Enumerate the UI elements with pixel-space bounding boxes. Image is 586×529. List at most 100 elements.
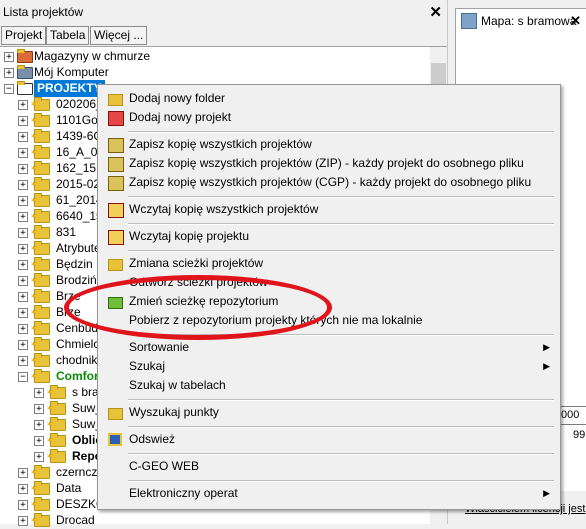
menu-item-save-cgp[interactable]: Zapisz kopię wszystkich projektów (CGP) … [100,173,558,192]
expand-icon[interactable]: + [18,276,28,286]
expand-icon[interactable]: + [4,68,14,78]
project-folder-icon: ✶ [46,417,66,431]
sparkle-icon: ✶ [30,163,38,173]
save-zip-icon [108,157,124,172]
menu-item-label: Wyszukaj punkty [129,405,219,419]
menu-item-save-zip[interactable]: Zapisz kopię wszystkich projektów (ZIP) … [100,154,558,173]
submenu-arrow-icon: ▶ [543,342,550,352]
folder-icon [108,408,123,420]
expand-icon[interactable]: + [18,100,28,110]
menu-item-change-repository[interactable]: Zmień scieżkę repozytorium [100,292,558,311]
menu-item-label: Odtwórz ścieżki projektów [129,275,268,289]
folder-icon [108,94,123,106]
menu-item-label: Wczytaj kopię projektu [129,229,250,243]
menu-separator [128,131,554,133]
expand-icon[interactable]: + [18,516,28,526]
menu-item-restore-paths[interactable]: Odtwórz ścieżki projektów [100,273,558,292]
tree-item[interactable]: + ✶ Drocad [0,512,430,529]
menu-item-label: Zmiana scieżki projektów [129,256,264,270]
map-tab-title: Mapa: s bramowa [481,14,577,28]
expand-icon[interactable]: + [18,244,28,254]
tree-item-label: PROJEKTY [34,80,105,97]
submenu-arrow-icon: ▶ [543,488,550,498]
expand-icon[interactable]: + [18,164,28,174]
sparkle-icon: ✶ [30,355,38,365]
panel-title-bar: Lista projektów ✕ [0,0,447,24]
menu-item-label: Dodaj nowy folder [129,91,226,105]
close-icon[interactable]: ✕ [570,13,581,29]
expand-icon[interactable]: + [18,308,28,318]
expand-icon[interactable]: + [18,148,28,158]
submenu-arrow-icon: ▶ [543,361,550,371]
menu-item-refresh[interactable]: Odswież [100,430,558,449]
project-folder-icon: ✶ [30,321,50,335]
expand-icon[interactable]: + [4,52,14,62]
menu-item-label: Zapisz kopię wszystkich projektów (ZIP) … [129,156,524,170]
sparkle-icon: ✶ [30,227,38,237]
collapse-icon[interactable]: − [18,372,28,382]
tree-item-moj-komputer[interactable]: + Mój Komputer [0,64,430,81]
menu-item-load-project[interactable]: Wczytaj kopię projektu [100,227,558,246]
menu-item-change-path[interactable]: Zmiana scieżki projektów [100,254,558,273]
expand-icon[interactable]: + [18,484,28,494]
project-folder-icon: ✶ [30,305,50,319]
expand-icon[interactable]: + [34,420,44,430]
menu-item-save-all[interactable]: Zapisz kopię wszystkich projektów [100,135,558,154]
menu-item-load-all[interactable]: Wczytaj kopię wszystkich projektów [100,200,558,219]
tree-item-label: Mój Komputer [34,65,109,79]
project-folder-icon: ✶ [30,145,50,159]
menu-item-electronic-operat[interactable]: Elektroniczny operat ▶ [100,484,558,503]
expand-icon[interactable]: + [18,212,28,222]
expand-icon[interactable]: + [18,228,28,238]
project-folder-icon: ✶ [30,177,50,191]
menu-item-find-points[interactable]: Wyszukaj punkty [100,403,558,422]
collapse-icon[interactable]: − [4,84,14,94]
sparkle-icon: ✶ [30,275,38,285]
menu-item-sort[interactable]: Sortowanie ▶ [100,338,558,357]
expand-icon[interactable]: + [18,132,28,142]
expand-icon[interactable]: + [18,500,28,510]
expand-icon[interactable]: + [34,436,44,446]
tab-wiecej[interactable]: Więcej ... [90,26,148,45]
expand-icon[interactable]: + [18,324,28,334]
expand-icon[interactable]: + [18,180,28,190]
tab-tabela[interactable]: Tabela [46,26,90,45]
menu-item-add-project[interactable]: Dodaj nowy projekt [100,108,558,127]
expand-icon[interactable]: + [34,452,44,462]
expand-icon[interactable]: + [18,116,28,126]
project-folder-icon: ✶ [30,337,50,351]
expand-icon[interactable]: + [18,356,28,366]
expand-icon[interactable]: + [18,196,28,206]
tree-item-label: Będzin [56,257,93,271]
expand-icon[interactable]: + [18,260,28,270]
close-icon[interactable]: ✕ [429,3,442,21]
tree-item-magazyny[interactable]: + Magazyny w chmurze [0,48,430,65]
expand-icon[interactable]: + [34,388,44,398]
project-folder-icon: ✶ [30,113,50,127]
map-icon [461,13,477,29]
projects-root-icon [17,81,33,95]
menu-item-search-tables[interactable]: Szukaj w tabelach [100,376,558,395]
cloud-storage-icon [17,49,33,63]
menu-item-fetch-repository[interactable]: Pobierz z repozytorium projekty których … [100,311,558,330]
expand-icon[interactable]: + [18,340,28,350]
menu-item-label: C-GEO WEB [129,459,200,473]
menu-item-add-folder[interactable]: Dodaj nowy folder [100,89,558,108]
menu-item-search[interactable]: Szukaj ▶ [100,357,558,376]
expand-icon[interactable]: + [18,292,28,302]
menu-separator [128,399,554,401]
map-tab[interactable]: Mapa: s bramowa ✕ [455,8,586,34]
menu-item-cgeo-web[interactable]: C-GEO WEB [100,457,558,476]
sparkle-icon: ✶ [30,339,38,349]
sparkle-icon: ✶ [30,99,38,109]
menu-separator [128,250,554,252]
panel-title: Lista projektów [3,5,84,19]
tab-projekt[interactable]: Projekt [1,26,47,45]
sparkle-icon: ✶ [30,147,38,157]
sparkle-icon: ✶ [46,403,54,413]
sparkle-icon: ✶ [30,307,38,317]
project-folder-icon: ✶ [30,97,50,111]
save-cgp-icon [108,176,124,191]
expand-icon[interactable]: + [34,404,44,414]
expand-icon[interactable]: + [18,468,28,478]
